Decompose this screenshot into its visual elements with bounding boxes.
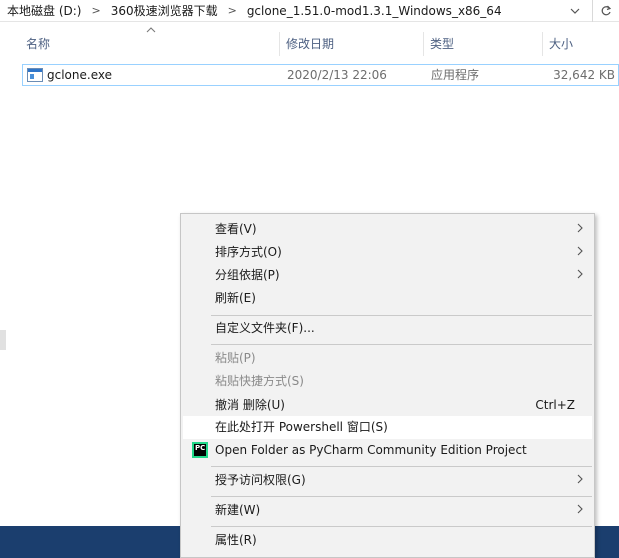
sort-up-icon (146, 27, 156, 35)
breadcrumb-drive[interactable]: 本地磁盘 (D:) (4, 2, 84, 19)
file-size: 32,642 KB (553, 68, 615, 82)
file-name: gclone.exe (47, 68, 112, 82)
menu-item-label: Open Folder as PyCharm Community Edition… (215, 443, 527, 457)
menu-item-open-pycharm[interactable]: PC Open Folder as PyCharm Community Edit… (183, 439, 592, 462)
menu-item-label: 查看(V) (215, 222, 257, 236)
menu-item-paste[interactable]: 粘贴(P) (183, 347, 592, 370)
column-header-date[interactable]: 修改日期 (281, 32, 424, 56)
menu-item-label: 排序方式(O) (215, 245, 282, 259)
menu-item-properties[interactable]: 属性(R) (183, 529, 592, 552)
column-header-type[interactable]: 类型 (425, 32, 543, 56)
menu-item-label: 在此处打开 Powershell 窗口(S) (215, 420, 388, 434)
exe-file-icon (27, 68, 43, 82)
menu-separator (211, 496, 592, 497)
menu-separator (211, 466, 592, 467)
menu-item-label: 刷新(E) (215, 291, 256, 305)
menu-item-sort[interactable]: 排序方式(O) (183, 241, 592, 264)
column-header-size[interactable]: 大小 (544, 32, 619, 56)
file-row[interactable]: gclone.exe 2020/2/13 22:06 应用程序 32,642 K… (22, 64, 619, 86)
menu-separator (211, 344, 592, 345)
menu-item-group[interactable]: 分组依据(P) (183, 264, 592, 287)
column-headers: 名称 修改日期 类型 大小 (0, 32, 619, 56)
menu-item-shortcut: Ctrl+Z (535, 398, 575, 412)
breadcrumb-separator-icon[interactable]: > (221, 4, 244, 17)
chevron-right-icon (577, 499, 583, 522)
scroll-marker (0, 330, 6, 350)
chevron-right-icon (577, 241, 583, 264)
menu-item-paste-shortcut[interactable]: 粘贴快捷方式(S) (183, 370, 592, 393)
menu-item-undo-delete[interactable]: 撤消 删除(U) Ctrl+Z (183, 394, 592, 417)
address-bar[interactable]: 本地磁盘 (D:) > 360极速浏览器下载 > gclone_1.51.0-m… (0, 0, 619, 22)
breadcrumb-current-folder[interactable]: gclone_1.51.0-mod1.3.1_Windows_x86_64 (244, 4, 505, 18)
chevron-right-icon (577, 469, 583, 492)
refresh-icon[interactable] (592, 0, 619, 22)
menu-item-grant-access[interactable]: 授予访问权限(G) (183, 469, 592, 492)
menu-item-label: 粘贴快捷方式(S) (215, 374, 304, 388)
chevron-right-icon (577, 264, 583, 287)
file-type: 应用程序 (431, 68, 480, 82)
file-date: 2020/2/13 22:06 (287, 68, 387, 82)
menu-item-open-powershell[interactable]: 在此处打开 Powershell 窗口(S) (183, 416, 592, 439)
menu-item-label: 新建(W) (215, 503, 261, 517)
menu-item-new[interactable]: 新建(W) (183, 499, 592, 522)
context-menu: 查看(V) 排序方式(O) 分组依据(P) 刷新(E) 自定义文件夹(F)...… (180, 213, 595, 558)
column-header-name[interactable]: 名称 (21, 32, 280, 56)
menu-item-label: 粘贴(P) (215, 351, 256, 365)
menu-item-label: 分组依据(P) (215, 268, 280, 282)
menu-separator (211, 315, 592, 316)
breadcrumb-separator-icon[interactable]: > (84, 4, 107, 17)
menu-item-customize[interactable]: 自定义文件夹(F)... (183, 317, 592, 340)
menu-item-label: 撤消 删除(U) (215, 398, 285, 412)
chevron-down-icon[interactable] (561, 0, 589, 22)
menu-separator (211, 526, 592, 527)
menu-item-label: 自定义文件夹(F)... (215, 321, 315, 335)
menu-item-refresh[interactable]: 刷新(E) (183, 287, 592, 310)
pycharm-icon: PC (192, 442, 208, 458)
breadcrumb-downloads[interactable]: 360极速浏览器下载 (108, 2, 221, 19)
menu-item-label: 授予访问权限(G) (215, 473, 306, 487)
breadcrumb: 本地磁盘 (D:) > 360极速浏览器下载 > gclone_1.51.0-m… (0, 0, 505, 22)
chevron-right-icon (577, 218, 583, 241)
menu-item-label: 属性(R) (215, 533, 257, 547)
menu-item-view[interactable]: 查看(V) (183, 218, 592, 241)
